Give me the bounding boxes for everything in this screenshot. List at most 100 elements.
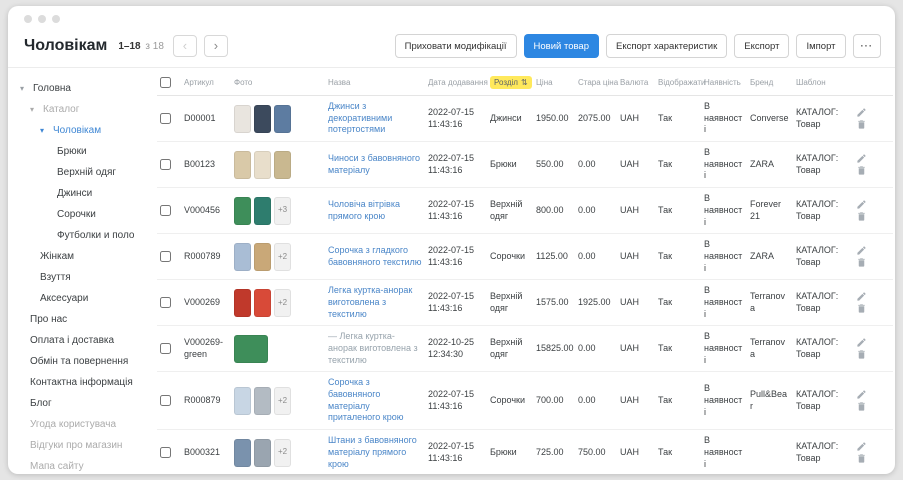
delete-button[interactable] — [856, 257, 867, 269]
delete-button[interactable] — [856, 165, 867, 177]
row-checkbox[interactable] — [160, 297, 171, 308]
pagination-prev-button[interactable]: ‹ — [173, 35, 197, 57]
column-section-pill[interactable]: Розділ ⇅ — [490, 76, 532, 89]
product-photo[interactable] — [254, 243, 271, 271]
product-photo[interactable] — [254, 289, 271, 317]
row-checkbox[interactable] — [160, 251, 171, 262]
section-cell: Брюки — [487, 430, 533, 474]
edit-button[interactable] — [856, 291, 867, 303]
currency-cell: UAH — [617, 234, 655, 280]
product-photo[interactable] — [254, 197, 271, 225]
sidebar-item[interactable]: Оплата і доставка — [20, 330, 151, 351]
delete-button[interactable] — [856, 453, 867, 465]
sku-cell: D00001 — [181, 96, 231, 142]
row-checkbox[interactable] — [160, 395, 171, 406]
product-name-link[interactable]: Легка куртка-анорак виготовлена з тексти… — [328, 285, 412, 318]
sidebar-item[interactable]: Блог — [20, 393, 151, 414]
section-cell: Верхній одяг — [487, 280, 533, 326]
product-name-link[interactable]: Чиноси з бавовняного матеріалу — [328, 153, 420, 175]
content-area: Головна Каталог Чоловікам Брюки — [8, 68, 895, 474]
delete-button[interactable] — [856, 211, 867, 223]
sidebar-item[interactable]: Чоловікам — [20, 120, 151, 141]
edit-button[interactable] — [856, 107, 867, 119]
product-photo[interactable] — [234, 105, 251, 133]
sidebar-item[interactable]: Контактна інформація — [20, 372, 151, 393]
sidebar-item[interactable]: Сорочки — [20, 204, 151, 225]
sidebar-item[interactable]: Взуття — [20, 267, 151, 288]
sidebar-item[interactable]: Брюки — [20, 141, 151, 162]
edit-button[interactable] — [856, 337, 867, 349]
import-button[interactable]: Імпорт — [796, 34, 845, 58]
product-photo[interactable] — [234, 439, 251, 467]
edit-button[interactable] — [856, 153, 867, 165]
window-control-dot[interactable] — [52, 15, 60, 23]
delete-button[interactable] — [856, 401, 867, 413]
more-photos-badge[interactable]: +2 — [274, 243, 291, 271]
product-photo[interactable] — [254, 439, 271, 467]
sidebar-item[interactable]: Про нас — [20, 309, 151, 330]
pagination-next-button[interactable]: › — [204, 35, 228, 57]
product-photo[interactable] — [254, 105, 271, 133]
sidebar-item[interactable]: Каталог — [20, 99, 151, 120]
row-checkbox[interactable] — [160, 447, 171, 458]
product-photo[interactable] — [234, 197, 251, 225]
product-name-link[interactable]: Сорочка з гладкого бавовняного текстилю — [328, 245, 422, 267]
row-checkbox[interactable] — [160, 343, 171, 354]
template-cell: КАТАЛОГ: Товар — [793, 96, 853, 142]
product-photo[interactable] — [234, 335, 268, 363]
delete-button[interactable] — [856, 119, 867, 131]
product-photo[interactable] — [234, 151, 251, 179]
template-cell: КАТАЛОГ: Товар — [793, 234, 853, 280]
section-cell: Сорочки — [487, 234, 533, 280]
row-checkbox[interactable] — [160, 113, 171, 124]
window-control-dot[interactable] — [24, 15, 32, 23]
product-photo[interactable] — [274, 151, 291, 179]
product-photo[interactable] — [234, 387, 251, 415]
sidebar-item[interactable]: Головна — [20, 78, 151, 99]
delete-button[interactable] — [856, 349, 867, 361]
export-characteristics-button[interactable]: Експорт характеристик — [606, 34, 727, 58]
delete-button[interactable] — [856, 303, 867, 315]
edit-button[interactable] — [856, 245, 867, 257]
edit-button[interactable] — [856, 441, 867, 453]
product-photo[interactable] — [254, 151, 271, 179]
product-name-link[interactable]: Сорочка з бавовняного матеріалу притален… — [328, 377, 403, 422]
sidebar-item[interactable]: Угода користувача — [20, 414, 151, 435]
edit-button[interactable] — [856, 389, 867, 401]
select-all-checkbox[interactable] — [160, 77, 171, 88]
sidebar-item[interactable]: Верхній одяг — [20, 162, 151, 183]
product-name-link[interactable]: Джинси з декоративними потертостями — [328, 101, 392, 134]
row-checkbox[interactable] — [160, 159, 171, 170]
product-name-link[interactable]: — Легка куртка-анорак виготовлена з текс… — [328, 331, 418, 364]
hide-modifications-button[interactable]: Приховати модифікації — [395, 34, 517, 58]
sidebar-item[interactable]: Мапа сайту — [20, 456, 151, 474]
product-photo[interactable] — [254, 387, 271, 415]
edit-button[interactable] — [856, 199, 867, 211]
new-product-button[interactable]: Новий товар — [524, 34, 599, 58]
product-name-link[interactable]: Чоловіча вітрівка прямого крою — [328, 199, 400, 221]
window-control-dot[interactable] — [38, 15, 46, 23]
product-photo[interactable] — [234, 289, 251, 317]
more-photos-badge[interactable]: +2 — [274, 387, 291, 415]
product-name-link[interactable]: Штани з бавовняного матеріалу прямого кр… — [328, 435, 417, 468]
old-price-cell: 0.00 — [575, 142, 617, 188]
column-header-date: Дата додавання — [425, 68, 487, 96]
sidebar-item[interactable]: Жінкам — [20, 246, 151, 267]
sidebar-item[interactable]: Джинси — [20, 183, 151, 204]
row-checkbox[interactable] — [160, 205, 171, 216]
sidebar-item[interactable]: Відгуки про магазин — [20, 435, 151, 456]
sidebar-item[interactable]: Футболки и поло — [20, 225, 151, 246]
column-header-section: Розділ — [494, 78, 518, 87]
more-photos-badge[interactable]: +2 — [274, 289, 291, 317]
product-photo[interactable] — [274, 105, 291, 133]
more-photos-badge[interactable]: +2 — [274, 439, 291, 467]
column-header-photo: Фото — [231, 68, 325, 96]
export-button[interactable]: Експорт — [734, 34, 789, 58]
sidebar-item[interactable]: Обмін та повернення — [20, 351, 151, 372]
product-table-body: D00001 Джинси з декоративними потертостя… — [157, 96, 893, 475]
sidebar-item-label: Контактна інформація — [30, 377, 133, 388]
more-photos-badge[interactable]: +3 — [274, 197, 291, 225]
sidebar-item[interactable]: Аксесуари — [20, 288, 151, 309]
product-photo[interactable] — [234, 243, 251, 271]
more-actions-button[interactable]: ··· — [853, 34, 882, 58]
